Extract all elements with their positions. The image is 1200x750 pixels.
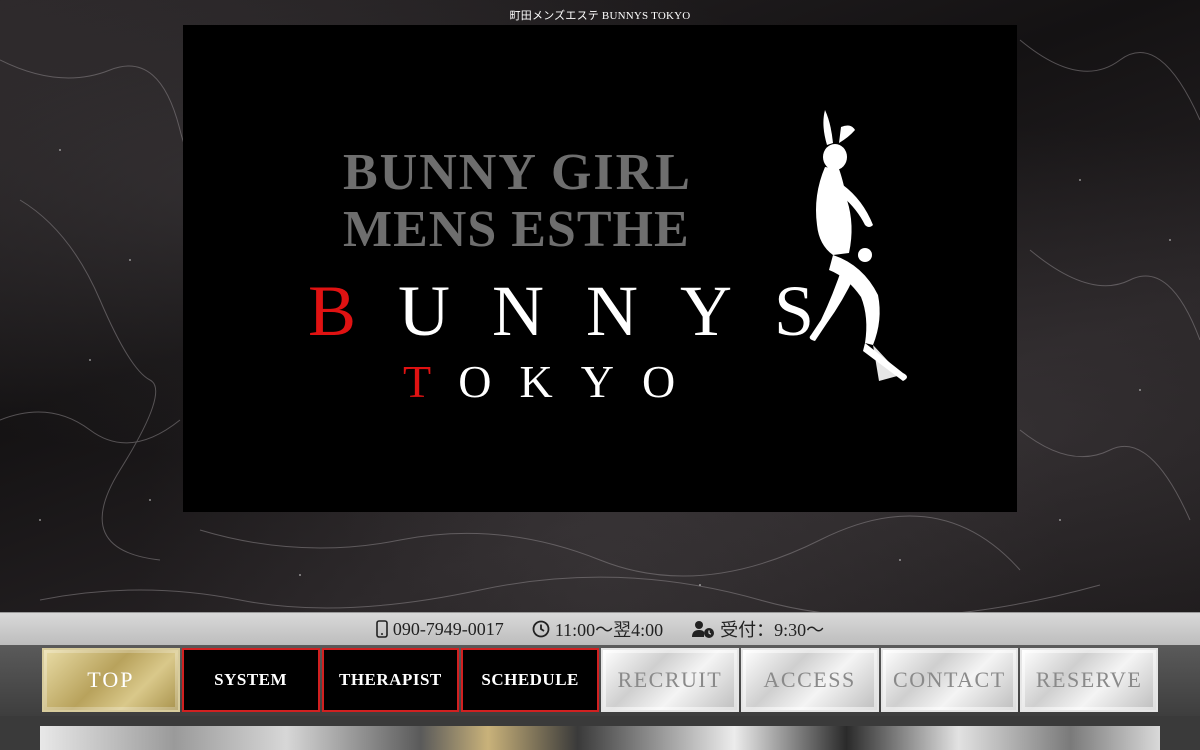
clock-icon bbox=[532, 620, 550, 638]
logo-line-mens-esthe: MENS ESTHE bbox=[343, 201, 690, 258]
bunny-girl-silhouette bbox=[809, 110, 907, 381]
nav-access[interactable]: ACCESS bbox=[740, 648, 879, 712]
info-bar: 090-7949-0017 11:00～翌4:00 受付：9:30～ bbox=[0, 612, 1200, 646]
logo-rest-bunnys: UNNYS bbox=[398, 271, 857, 351]
hours-info: 11:00～翌4:00 bbox=[532, 616, 663, 642]
nav-therapist[interactable]: THERAPIST bbox=[321, 648, 460, 712]
user-clock-icon bbox=[692, 621, 715, 638]
logo-line-bunnys: BUNNYS bbox=[308, 270, 1142, 353]
nav-schedule[interactable]: SCHEDULE bbox=[461, 648, 599, 712]
logo-cap-b: B bbox=[308, 271, 399, 351]
reception-info: 受付：9:30～ bbox=[691, 616, 824, 642]
nav-reserve[interactable]: RESERVE bbox=[1020, 648, 1158, 712]
logo-rest-tokyo: OKYO bbox=[458, 356, 704, 407]
business-hours: 11:00～翌4:00 bbox=[554, 620, 664, 640]
hero-banner: BUNNY GIRL MENS ESTHE BUNNYS TOKYO bbox=[183, 25, 1017, 512]
reception-time: 受付：9:30～ bbox=[720, 620, 825, 640]
smartphone-icon bbox=[376, 620, 388, 638]
logo-cap-t: T bbox=[403, 356, 459, 407]
logo-line-tokyo: TOKYO bbox=[403, 355, 1200, 408]
main-navigation: TOP SYSTEM THERAPIST SCHEDULE RECRUIT AC… bbox=[0, 645, 1200, 716]
logo-line-bunny-girl: BUNNY GIRL bbox=[343, 144, 692, 201]
phone-number[interactable]: 090-7949-0017 bbox=[393, 619, 504, 640]
nav-top[interactable]: TOP bbox=[42, 648, 180, 712]
site-title: 町田メンズエステ BUNNYS TOKYO bbox=[509, 10, 691, 22]
nav-system[interactable]: SYSTEM bbox=[181, 648, 320, 712]
content-section-top bbox=[0, 716, 1200, 750]
phone-info[interactable]: 090-7949-0017 bbox=[376, 619, 504, 640]
nav-menu: TOP SYSTEM THERAPIST SCHEDULE RECRUIT AC… bbox=[42, 648, 1158, 714]
nav-contact[interactable]: CONTACT bbox=[880, 648, 1019, 712]
nav-recruit[interactable]: RECRUIT bbox=[601, 648, 739, 712]
slider-image-strip[interactable] bbox=[40, 726, 1160, 750]
